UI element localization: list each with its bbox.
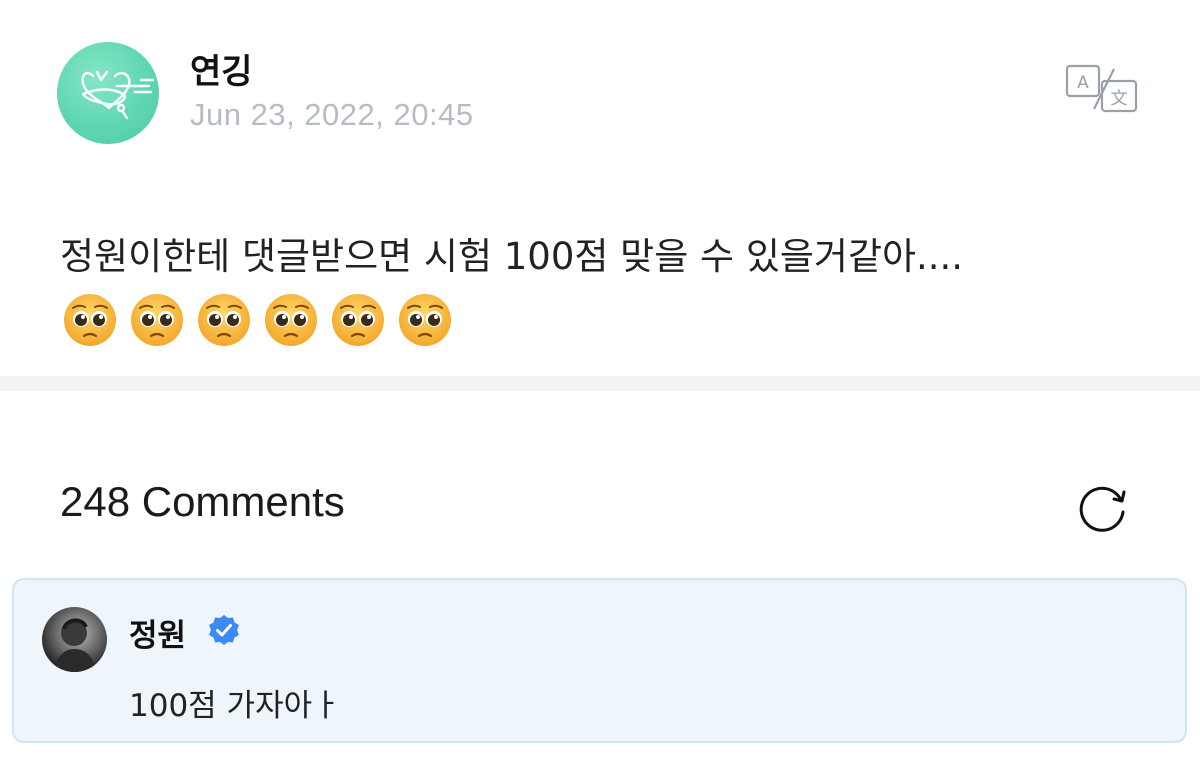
pleading-face-icon <box>263 292 319 348</box>
comments-count-heading: 248 Comments <box>60 478 345 525</box>
refresh-icon <box>1079 486 1126 532</box>
svg-text:A: A <box>1077 73 1089 93</box>
post-card: 연깅 Jun 23, 2022, 20:45 A 文 정원이한테 댓글받으면 시… <box>0 0 1200 376</box>
emoji-row <box>62 292 453 352</box>
author-avatar[interactable] <box>57 42 159 144</box>
comment-author-avatar[interactable] <box>42 607 107 672</box>
comment-body-text: 100점 가자아ㅏ <box>129 688 341 724</box>
pleading-face-icon <box>129 292 185 348</box>
pinned-comment-card[interactable]: 정원 100점 가자아ㅏ <box>12 578 1187 743</box>
author-name[interactable]: 연깅 <box>190 44 253 93</box>
translate-icon: A 文 <box>1065 64 1138 113</box>
pleading-face-icon <box>397 292 453 348</box>
verified-badge-icon <box>207 613 241 647</box>
svg-text:文: 文 <box>1111 89 1128 109</box>
pleading-face-icon <box>62 292 118 348</box>
pleading-face-icon <box>196 292 252 348</box>
comment-author-name[interactable]: 정원 <box>129 610 186 655</box>
section-divider <box>0 376 1200 391</box>
translate-button[interactable]: A 文 <box>1064 63 1140 115</box>
post-timestamp: Jun 23, 2022, 20:45 <box>190 97 474 132</box>
pleading-face-icon <box>330 292 386 348</box>
heart-doodle-icon <box>81 70 155 120</box>
refresh-button[interactable] <box>1073 478 1131 536</box>
post-body-text: 정원이한테 댓글받으면 시험 100점 맞을 수 있을거같아.... <box>60 235 964 278</box>
